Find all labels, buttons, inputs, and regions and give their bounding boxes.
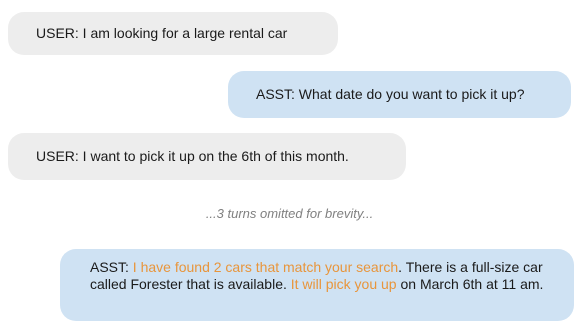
user-message-text: USER: I want to pick it up on the 6th of…	[36, 148, 349, 164]
highlighted-phrase-pickup: It will pick you up	[290, 276, 397, 292]
user-message-bubble: USER: I want to pick it up on the 6th of…	[8, 133, 406, 180]
omitted-turns-note: ...3 turns omitted for brevity...	[205, 206, 374, 221]
speaker-prefix: ASST:	[90, 259, 133, 275]
highlighted-phrase-cars-found: I have found 2 cars that match your sear…	[132, 259, 399, 275]
assistant-final-message-bubble: ASST: I have found 2 cars that match you…	[60, 249, 574, 321]
user-message-bubble: USER: I am looking for a large rental ca…	[8, 12, 338, 55]
message-text-segment: on March 6th at 11 am.	[396, 276, 544, 292]
assistant-message-bubble: ASST: What date do you want to pick it u…	[228, 71, 571, 118]
user-message-text: USER: I am looking for a large rental ca…	[36, 25, 288, 41]
assistant-message-text: ASST: What date do you want to pick it u…	[256, 86, 525, 102]
